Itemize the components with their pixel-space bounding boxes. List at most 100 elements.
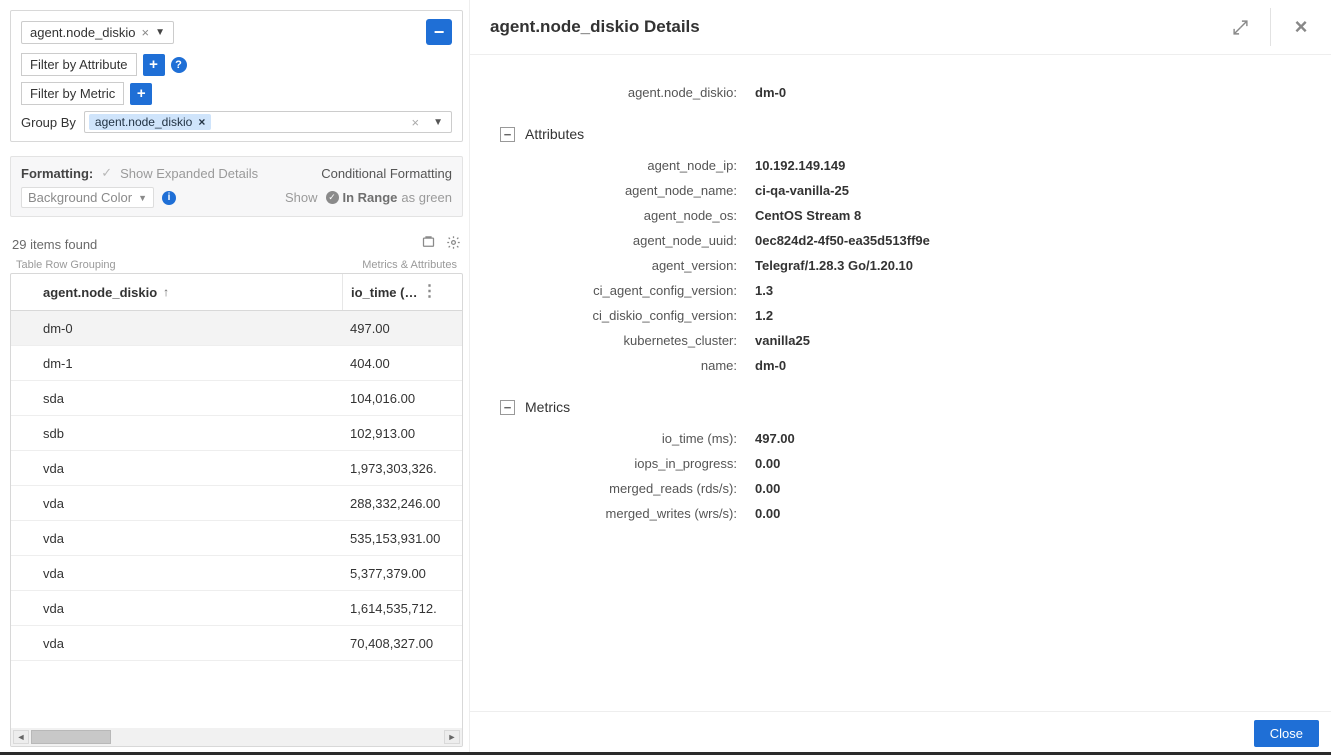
details-panel: agent.node_diskio Details × agent.node_d… bbox=[470, 0, 1331, 755]
details-body[interactable]: agent.node_diskio: dm-0 − Attributes age… bbox=[470, 55, 1331, 711]
entity-tag-caret-icon[interactable]: ▼ bbox=[155, 27, 165, 38]
attribute-value: dm-0 bbox=[755, 358, 786, 373]
table-row[interactable]: vda288,332,246.00 bbox=[11, 486, 462, 521]
row-value: 102,913.00 bbox=[342, 416, 462, 451]
help-icon[interactable]: ? bbox=[171, 57, 187, 73]
as-green-text: as green bbox=[401, 190, 452, 205]
column-menu-icon[interactable]: ⋮ bbox=[421, 284, 437, 300]
row-name: dm-1 bbox=[11, 346, 342, 381]
group-by-clear-icon[interactable]: × bbox=[408, 115, 424, 130]
attribute-row: agent_node_name:ci-qa-vanilla-25 bbox=[500, 183, 1311, 198]
collapse-metrics-icon[interactable]: − bbox=[500, 400, 515, 415]
in-range-text: In Range bbox=[343, 190, 398, 205]
attribute-row: agent_node_ip:10.192.149.149 bbox=[500, 158, 1311, 173]
table-row[interactable]: vda535,153,931.00 bbox=[11, 521, 462, 556]
row-name: vda bbox=[11, 451, 342, 486]
attribute-value: 10.192.149.149 bbox=[755, 158, 845, 173]
metric-value: 0.00 bbox=[755, 506, 780, 521]
attribute-key: kubernetes_cluster: bbox=[500, 333, 755, 348]
group-by-chip[interactable]: agent.node_diskio × bbox=[89, 114, 211, 130]
table-row[interactable]: vda70,408,327.00 bbox=[11, 626, 462, 661]
attribute-key: agent_node_ip: bbox=[500, 158, 755, 173]
entity-tag-label: agent.node_diskio bbox=[30, 25, 136, 40]
add-metric-filter-button[interactable]: + bbox=[130, 83, 152, 105]
details-header: agent.node_diskio Details × bbox=[470, 0, 1331, 55]
header-kv-val: dm-0 bbox=[755, 85, 786, 100]
table-row[interactable]: sda104,016.00 bbox=[11, 381, 462, 416]
group-by-input[interactable]: agent.node_diskio × × ▼ bbox=[84, 111, 452, 133]
attribute-row: name:dm-0 bbox=[500, 358, 1311, 373]
metric-row: merged_writes (wrs/s):0.00 bbox=[500, 506, 1311, 521]
row-name: vda bbox=[11, 626, 342, 661]
attribute-value: Telegraf/1.28.3 Go/1.20.10 bbox=[755, 258, 913, 273]
group-by-caret-icon[interactable]: ▼ bbox=[429, 117, 447, 128]
in-range-chip[interactable]: ✓ In Range as green bbox=[326, 190, 453, 205]
chevron-down-icon: ▼ bbox=[138, 193, 147, 203]
metric-value: 497.00 bbox=[755, 431, 795, 446]
table-row[interactable]: dm-0497.00 bbox=[11, 311, 462, 346]
table-row-grouping-header: Table Row Grouping bbox=[16, 259, 116, 271]
attribute-key: name: bbox=[500, 358, 755, 373]
export-icon[interactable] bbox=[421, 235, 436, 253]
attribute-value: ci-qa-vanilla-25 bbox=[755, 183, 849, 198]
attribute-key: agent_version: bbox=[500, 258, 755, 273]
collapse-panel-button[interactable]: − bbox=[426, 19, 452, 45]
entity-tag[interactable]: agent.node_diskio × ▼ bbox=[21, 21, 174, 44]
group-by-label: Group By bbox=[21, 115, 76, 130]
status-dot-icon: ✓ bbox=[326, 191, 339, 204]
column-header-name[interactable]: agent.node_diskio ↑ bbox=[11, 274, 342, 310]
checkmark-icon: ✓ bbox=[101, 165, 112, 181]
group-by-chip-remove-icon[interactable]: × bbox=[198, 115, 205, 129]
row-name: vda bbox=[11, 591, 342, 626]
attribute-key: agent_node_name: bbox=[500, 183, 755, 198]
row-value: 288,332,246.00 bbox=[342, 486, 462, 521]
show-expanded-details-toggle[interactable]: Show Expanded Details bbox=[120, 166, 258, 181]
formatting-box: Formatting: ✓ Show Expanded Details Cond… bbox=[10, 156, 463, 217]
table-body[interactable]: dm-0497.00dm-1404.00sda104,016.00sdb102,… bbox=[11, 311, 462, 728]
settings-gear-icon[interactable] bbox=[446, 235, 461, 253]
scroll-left-icon[interactable]: ◄ bbox=[13, 730, 29, 744]
column-header-iotime[interactable]: io_time (… ⋮ bbox=[342, 274, 462, 310]
scroll-thumb[interactable] bbox=[31, 730, 111, 744]
info-icon[interactable]: i bbox=[162, 191, 176, 205]
row-value: 1,614,535,712. bbox=[342, 591, 462, 626]
attribute-key: ci_agent_config_version: bbox=[500, 283, 755, 298]
conditional-formatting-link[interactable]: Conditional Formatting bbox=[321, 166, 452, 181]
scroll-right-icon[interactable]: ► bbox=[444, 730, 460, 744]
attribute-key: agent_node_uuid: bbox=[500, 233, 755, 248]
attribute-row: ci_agent_config_version:1.3 bbox=[500, 283, 1311, 298]
entity-tag-remove-icon[interactable]: × bbox=[142, 25, 150, 40]
row-value: 5,377,379.00 bbox=[342, 556, 462, 591]
expand-icon[interactable] bbox=[1224, 14, 1256, 40]
table-row[interactable]: dm-1404.00 bbox=[11, 346, 462, 381]
background-color-dropdown[interactable]: Background Color ▼ bbox=[21, 187, 154, 208]
metric-row: io_time (ms):497.00 bbox=[500, 431, 1311, 446]
close-button[interactable]: Close bbox=[1254, 720, 1319, 747]
metric-row: merged_reads (rds/s):0.00 bbox=[500, 481, 1311, 496]
metrics-section-title: Metrics bbox=[525, 399, 570, 415]
left-panel: agent.node_diskio × ▼ − Filter by Attrib… bbox=[0, 0, 470, 755]
filter-by-metric-button[interactable]: Filter by Metric bbox=[21, 82, 124, 105]
header-kv-key: agent.node_diskio: bbox=[500, 85, 755, 100]
close-icon[interactable]: × bbox=[1285, 14, 1317, 40]
attribute-row: kubernetes_cluster:vanilla25 bbox=[500, 333, 1311, 348]
results-table: agent.node_diskio ↑ io_time (… ⋮ dm-0497… bbox=[10, 273, 463, 747]
row-value: 104,016.00 bbox=[342, 381, 462, 416]
filter-by-attribute-button[interactable]: Filter by Attribute bbox=[21, 53, 137, 76]
metric-value: 0.00 bbox=[755, 456, 780, 471]
table-row[interactable]: vda5,377,379.00 bbox=[11, 556, 462, 591]
table-row[interactable]: sdb102,913.00 bbox=[11, 416, 462, 451]
filter-box: agent.node_diskio × ▼ − Filter by Attrib… bbox=[10, 10, 463, 142]
horizontal-scrollbar[interactable]: ◄ ► bbox=[11, 728, 462, 746]
table-header-row: agent.node_diskio ↑ io_time (… ⋮ bbox=[11, 274, 462, 311]
metric-key: io_time (ms): bbox=[500, 431, 755, 446]
table-row[interactable]: vda1,973,303,326. bbox=[11, 451, 462, 486]
attribute-value: vanilla25 bbox=[755, 333, 810, 348]
add-attribute-filter-button[interactable]: + bbox=[143, 54, 165, 76]
details-footer: Close bbox=[470, 711, 1331, 755]
metric-key: iops_in_progress: bbox=[500, 456, 755, 471]
collapse-attributes-icon[interactable]: − bbox=[500, 127, 515, 142]
row-value: 497.00 bbox=[342, 311, 462, 346]
items-found-label: 29 items found bbox=[12, 237, 97, 252]
table-row[interactable]: vda1,614,535,712. bbox=[11, 591, 462, 626]
